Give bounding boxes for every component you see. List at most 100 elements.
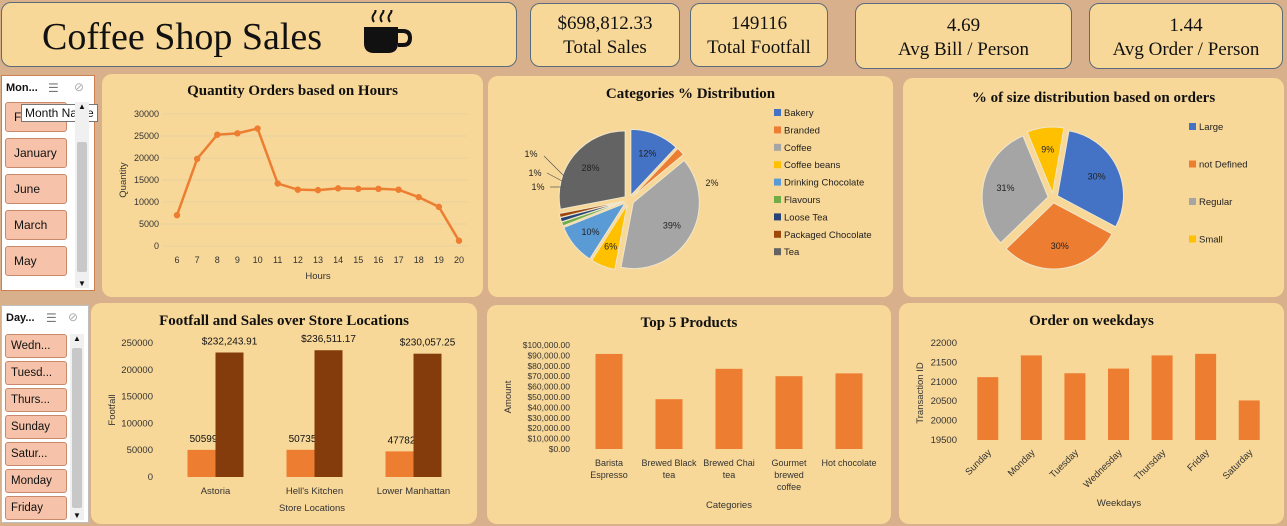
x-axis-title: Weekdays [1097,498,1141,509]
data-label: 28% [582,163,600,173]
y-tick-label: 5000 [139,219,159,229]
y-axis-title: Transaction ID [915,362,926,424]
data-label: 30% [1051,241,1069,251]
y-tick-label: $60,000.00 [527,382,570,392]
bar [1064,373,1086,440]
x-tick-label: 8 [215,255,220,265]
month-slicer[interactable]: Mon... ☰ ⊘ F Month Name January June Mar… [1,75,98,291]
y-tick-label: 0 [148,472,153,483]
x-tick-label: 19 [434,255,444,265]
month-item-june[interactable]: June [5,174,67,204]
multi-select-icon[interactable]: ☰ [48,81,59,95]
day-item-thursday[interactable]: Thurs... [5,388,67,412]
y-axis-title: Amount [503,380,514,413]
locations-bar-chart: 250000 200000 150000 100000 50000 0 50599 $232,… [107,334,456,514]
month-item-march[interactable]: March [5,210,67,240]
x-tick-label: Espresso [590,470,628,480]
legend-swatch [774,161,781,169]
day-slicer[interactable]: Day... ☰ ⊘ Wedn... Tuesd... Thurs... Sun… [1,305,89,523]
legend-swatch [774,248,781,256]
data-label: 12% [638,149,656,159]
x-tick-label: Gourmet [771,458,807,468]
data-label: 30% [1088,172,1106,182]
x-tick-label: Tuesday [1048,447,1081,480]
month-slicer-scrollbar[interactable]: ▲ ▼ [75,102,89,288]
data-label: 50735 [289,434,317,445]
y-tick-label: 0 [154,241,159,251]
categories-pie-chart: 12% 2% 39% 6% 10% 1% 1% 1% 28% Bakery Branded Coffe… [524,108,872,271]
y-tick-label: 21500 [931,357,957,368]
x-tick-label: Brewed Black [641,458,697,468]
y-tick-label: 100000 [121,418,153,429]
data-label: 1% [531,182,544,192]
y-tick-label: $50,000.00 [527,392,570,402]
legend-swatch [1189,123,1196,130]
scroll-up-icon[interactable]: ▲ [73,334,81,343]
y-tick-label: 30000 [134,109,159,119]
bar [1151,355,1173,440]
y-tick-label: 15000 [134,175,159,185]
hours-line-chart-panel: Quantity Orders based on Hours 30000 2500… [102,74,483,297]
x-tick-label: Friday [1185,447,1212,474]
month-item-january[interactable]: January [5,138,67,168]
scroll-thumb[interactable] [77,142,87,272]
data-label: 47782 [388,435,416,446]
legend-swatch [1189,198,1196,205]
x-tick-label: 13 [313,255,323,265]
scroll-thumb[interactable] [72,348,82,508]
y-tick-label: 150000 [121,392,153,403]
scroll-down-icon[interactable]: ▼ [78,279,86,288]
data-point [375,185,382,192]
data-point [254,125,261,132]
data-label: 6% [604,241,617,251]
data-point [455,237,463,244]
x-tick-label: Hell's Kitchen [286,486,343,497]
y-tick-label: $70,000.00 [527,371,570,381]
locations-bar-chart-panel: Footfall and Sales over Store Locations … [91,303,477,524]
x-tick-label: Sunday [963,447,994,478]
x-tick-label: coffee [777,482,801,492]
legend-swatch [774,143,781,151]
clear-filter-icon[interactable]: ⊘ [68,310,78,324]
legend-swatch [774,230,781,238]
data-point [395,186,402,193]
kpi-total-sales: $698,812.33 Total Sales [530,3,680,67]
y-axis-title: Footfall [107,394,118,425]
day-slicer-title: Day... [6,312,35,324]
scroll-down-icon[interactable]: ▼ [73,511,81,520]
day-item-monday[interactable]: Monday [5,469,67,493]
day-item-sunday[interactable]: Sunday [5,415,67,439]
bar [187,449,216,477]
data-label: 39% [663,220,681,230]
day-slicer-scrollbar[interactable]: ▲ ▼ [70,334,84,520]
data-label: 9% [1041,145,1054,155]
day-item-friday[interactable]: Friday [5,496,67,520]
data-label: 10% [582,227,600,237]
day-item-saturday[interactable]: Satur... [5,442,67,466]
day-item-wednesday[interactable]: Wedn... [5,334,67,358]
x-axis-title: Hours [305,271,331,282]
kpi-label: Avg Bill / Person [897,39,1030,60]
kpi-avg-bill: 4.69 Avg Bill / Person [855,3,1072,69]
bar [1020,355,1042,440]
month-item-may[interactable]: May [5,246,67,276]
day-item-tuesday[interactable]: Tuesd... [5,361,67,385]
y-tick-label: 20500 [931,396,957,407]
bar [1108,368,1129,440]
multi-select-icon[interactable]: ☰ [46,311,57,325]
y-tick-label: $80,000.00 [527,361,570,371]
legend-label: Coffee [784,143,812,154]
data-point [173,212,181,219]
clear-filter-icon[interactable]: ⊘ [74,80,84,94]
x-tick-label: 6 [174,255,179,265]
legend-swatch [774,196,781,203]
legend-label: not Defined [1199,160,1248,171]
x-tick-label: Thursday [1132,447,1168,483]
scroll-up-icon[interactable]: ▲ [78,102,86,111]
legend-label: Bakery [784,108,814,119]
y-tick-label: 21000 [931,377,957,388]
x-tick-label: 14 [333,255,343,265]
y-tick-label: 20000 [134,153,159,163]
y-axis-title: Quantity [118,162,129,198]
x-tick-label: 18 [414,255,424,265]
